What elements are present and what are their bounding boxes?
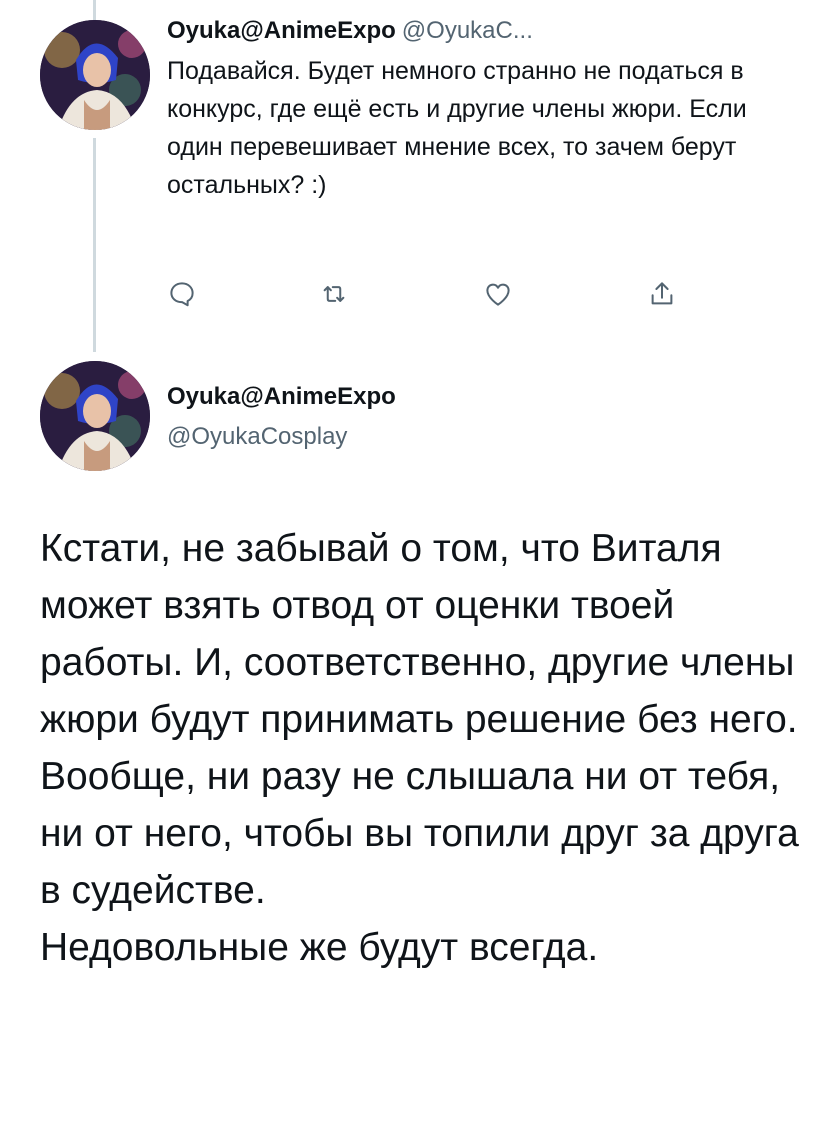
avatar[interactable] (40, 361, 150, 471)
like-button[interactable] (483, 274, 513, 314)
share-icon (651, 282, 673, 305)
reply-header: Oyuka@AnimeExpo @OyukaC... (167, 14, 807, 48)
reply-tweet-text: Подавайся. Будет немного странно не пода… (167, 57, 747, 199)
thread-line (93, 138, 96, 352)
tweet-paragraph: Кстати, не забывай о том, что Виталя мож… (40, 527, 798, 741)
retweet-icon (323, 286, 345, 302)
tweet-paragraph: Недовольные же будут всегда. (40, 926, 599, 969)
tweet-thread: Oyuka@AnimeExpo @OyukaC... Подавайся. Буд… (0, 0, 828, 1121)
author-handle[interactable]: @OyukaC... (402, 17, 533, 44)
reply-icon (170, 282, 194, 307)
main-tweet-text: Кстати, не забывай о том, что Виталя мож… (40, 520, 810, 976)
avatar[interactable] (40, 20, 150, 130)
tweet-actions (167, 274, 687, 314)
retweet-button[interactable] (319, 274, 349, 314)
author-name[interactable]: Oyuka@AnimeExpo (167, 17, 396, 44)
thread-line-top (93, 0, 96, 20)
tweet-paragraph: Вообще, ни разу не слышала ни от тебя, н… (40, 755, 799, 912)
author-handle[interactable]: @OyukaCosplay (167, 420, 347, 454)
author-name[interactable]: Oyuka@AnimeExpo (167, 380, 396, 414)
share-button[interactable] (647, 274, 677, 314)
heart-icon (486, 283, 510, 306)
reply-button[interactable] (167, 274, 197, 314)
